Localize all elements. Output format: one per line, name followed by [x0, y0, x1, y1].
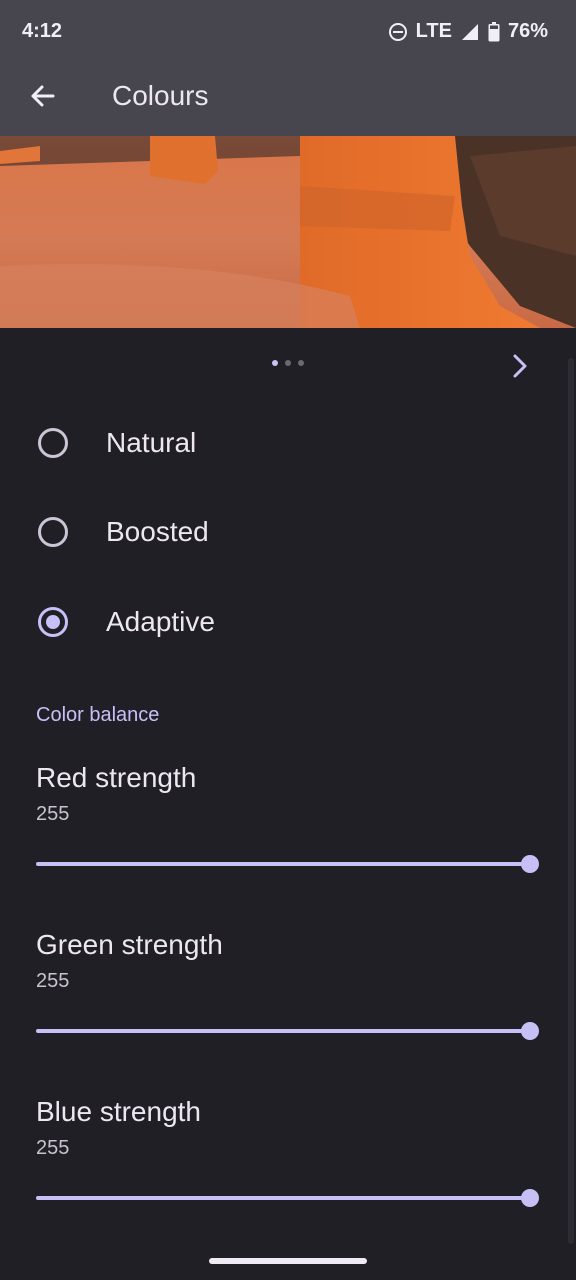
red-strength-slider[interactable] — [36, 855, 539, 873]
status-bar: 4:12 LTE 76% — [0, 0, 576, 64]
red-strength-value: 255 — [36, 803, 70, 825]
mode-label: Adaptive — [106, 606, 215, 637]
mode-option-boosted[interactable]: Boosted — [0, 487, 560, 577]
page-dot — [285, 360, 291, 366]
page-indicator — [272, 360, 304, 366]
back-button[interactable] — [22, 78, 62, 118]
section-header-color-balance: Color balance — [36, 704, 160, 726]
blue-strength-value: 255 — [36, 1137, 70, 1159]
mode-label: Natural — [106, 427, 197, 458]
mode-option-adaptive[interactable]: Adaptive — [0, 577, 560, 667]
blue-strength-title: Blue strength — [36, 1096, 201, 1127]
radio-button-adaptive[interactable] — [38, 607, 68, 637]
mode-label: Boosted — [106, 516, 209, 547]
do-not-disturb-icon — [388, 22, 408, 42]
top-app-area: 4:12 LTE 76% Colours — [0, 0, 576, 136]
arrow-back-icon — [28, 82, 56, 115]
blue-strength-slider[interactable] — [36, 1189, 539, 1207]
slider-thumb[interactable] — [521, 1189, 539, 1207]
battery-icon — [488, 21, 500, 42]
page-title: Colours — [112, 80, 209, 111]
network-type: LTE — [415, 20, 452, 42]
green-strength-value: 255 — [36, 970, 70, 992]
page-dot — [298, 360, 304, 366]
slider-thumb[interactable] — [521, 855, 539, 873]
preview-pager — [0, 346, 576, 382]
chevron-right-icon — [508, 354, 532, 384]
green-strength-slider[interactable] — [36, 1022, 539, 1040]
battery-percent: 76% — [507, 20, 548, 42]
status-icons: LTE 76% — [388, 20, 548, 43]
gesture-nav-handle[interactable] — [209, 1258, 367, 1264]
status-time: 4:12 — [22, 20, 63, 42]
mode-option-natural[interactable]: Natural — [0, 398, 560, 488]
slider-thumb[interactable] — [521, 1022, 539, 1040]
preview-image — [0, 136, 576, 328]
app-bar: Colours — [0, 64, 576, 136]
radio-button-natural[interactable] — [38, 428, 68, 458]
red-strength-title: Red strength — [36, 762, 197, 793]
next-preview-button[interactable] — [508, 352, 532, 380]
signal-icon — [460, 22, 480, 42]
page-dot — [272, 360, 278, 366]
scrollbar[interactable] — [568, 358, 574, 1244]
colours-screen: 4:12 LTE 76% Colours Natural Boosted Ada… — [0, 0, 576, 1280]
radio-button-boosted[interactable] — [38, 517, 68, 547]
green-strength-title: Green strength — [36, 929, 223, 960]
